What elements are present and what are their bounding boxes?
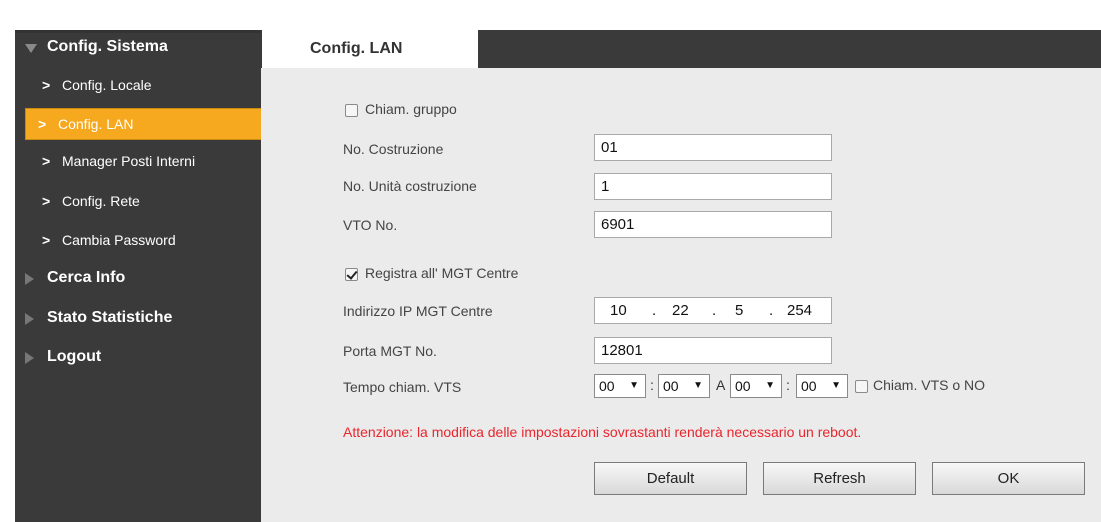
sidebar-item-config-lan[interactable]: > Config. LAN: [25, 108, 262, 140]
register-mgt-label: Registra all' MGT Centre: [365, 265, 519, 281]
group-call-label: Chiam. gruppo: [365, 101, 457, 117]
reboot-warning: Attenzione: la modifica delle impostazio…: [343, 424, 862, 440]
chevron-right-icon: >: [38, 116, 47, 132]
select-value: 00: [599, 378, 615, 394]
ip-dot: .: [712, 302, 717, 319]
sidebar-section-stato-statistiche[interactable]: Stato Statistiche: [15, 303, 261, 333]
tab-config-lan[interactable]: Config. LAN: [262, 30, 478, 68]
sidebar-item-cambia-password[interactable]: > Cambia Password: [30, 225, 260, 255]
caret-right-icon: [25, 352, 34, 364]
ip-octet-4[interactable]: 254: [787, 302, 812, 319]
building-unit-input[interactable]: 1: [594, 173, 832, 200]
chevron-right-icon: >: [42, 77, 51, 93]
group-call-checkbox[interactable]: [345, 104, 358, 117]
sidebar-item-label: Config. LAN: [58, 116, 134, 132]
sidebar-item-label: Cambia Password: [62, 232, 176, 248]
vts-start-minute-select[interactable]: 00 ▼: [658, 374, 710, 398]
dropdown-arrow-icon: ▼: [629, 380, 639, 391]
sidebar-section-logout[interactable]: Logout: [15, 342, 261, 372]
sidebar-section-label: Stato Statistiche: [47, 309, 173, 326]
sidebar-section-label: Logout: [47, 348, 102, 365]
sidebar-section-label: Cerca Info: [47, 269, 126, 286]
sidebar-section-cerca-info[interactable]: Cerca Info: [15, 263, 261, 293]
default-button[interactable]: Default: [594, 462, 747, 495]
caret-down-icon: [25, 44, 37, 53]
mgt-port-input[interactable]: 12801: [594, 337, 832, 364]
sidebar-item-label: Manager Posti Interni: [62, 153, 196, 169]
caret-right-icon: [25, 313, 34, 325]
mgt-port-label: Porta MGT No.: [343, 343, 437, 359]
tab-bar: Config. LAN: [261, 30, 1101, 68]
select-value: 00: [663, 378, 679, 394]
dropdown-arrow-icon: ▼: [831, 380, 841, 391]
vts-start-hour-select[interactable]: 00 ▼: [594, 374, 646, 398]
sidebar-section-config-sistema[interactable]: Config. Sistema: [15, 32, 261, 62]
register-mgt-checkbox[interactable]: [345, 268, 358, 281]
sidebar-section-label: Config. Sistema: [47, 38, 168, 55]
vts-end-hour-select[interactable]: 00 ▼: [730, 374, 782, 398]
refresh-button[interactable]: Refresh: [763, 462, 916, 495]
vts-time-label: Tempo chiam. VTS: [343, 379, 462, 395]
ip-dot: .: [769, 302, 774, 319]
vto-no-label: VTO No.: [343, 217, 398, 233]
sidebar: Config. Sistema > Config. Locale > Confi…: [15, 30, 262, 522]
vts-end-minute-select[interactable]: 00 ▼: [796, 374, 848, 398]
select-value: 00: [801, 378, 817, 394]
sidebar-item-label: Config. Rete: [62, 193, 140, 209]
select-value: 00: [735, 378, 751, 394]
ip-octet-2[interactable]: 22: [672, 302, 689, 319]
sidebar-item-label: Config. Locale: [62, 77, 152, 93]
ip-dot: .: [652, 302, 657, 319]
building-no-label: No. Costruzione: [343, 141, 444, 157]
dropdown-arrow-icon: ▼: [693, 380, 703, 391]
building-unit-label: No. Unità costruzione: [343, 178, 477, 194]
vto-no-input[interactable]: 6901: [594, 211, 832, 238]
chevron-right-icon: >: [42, 153, 51, 169]
chevron-right-icon: >: [42, 193, 51, 209]
sidebar-item-config-locale[interactable]: > Config. Locale: [30, 70, 260, 100]
sidebar-item-manager-posti-interni[interactable]: > Manager Posti Interni: [30, 146, 260, 176]
time-range-separator: A: [716, 377, 726, 393]
vts-or-no-label: Chiam. VTS o NO: [873, 377, 986, 393]
dropdown-arrow-icon: ▼: [765, 380, 775, 391]
mgt-ip-input[interactable]: 10 . 22 . 5 . 254: [594, 297, 832, 324]
ok-button[interactable]: OK: [932, 462, 1085, 495]
vts-or-no-checkbox[interactable]: [855, 380, 868, 393]
ip-octet-3[interactable]: 5: [735, 302, 743, 319]
chevron-right-icon: >: [42, 232, 51, 248]
mgt-ip-label: Indirizzo IP MGT Centre: [343, 303, 493, 319]
time-colon: :: [650, 377, 654, 393]
sidebar-item-config-rete[interactable]: > Config. Rete: [30, 186, 260, 216]
ip-octet-1[interactable]: 10: [610, 302, 627, 319]
time-colon: :: [786, 377, 790, 393]
config-lan-panel: Chiam. gruppo No. Costruzione 01 No. Uni…: [261, 68, 1101, 522]
caret-right-icon: [25, 273, 34, 285]
building-no-input[interactable]: 01: [594, 134, 832, 161]
